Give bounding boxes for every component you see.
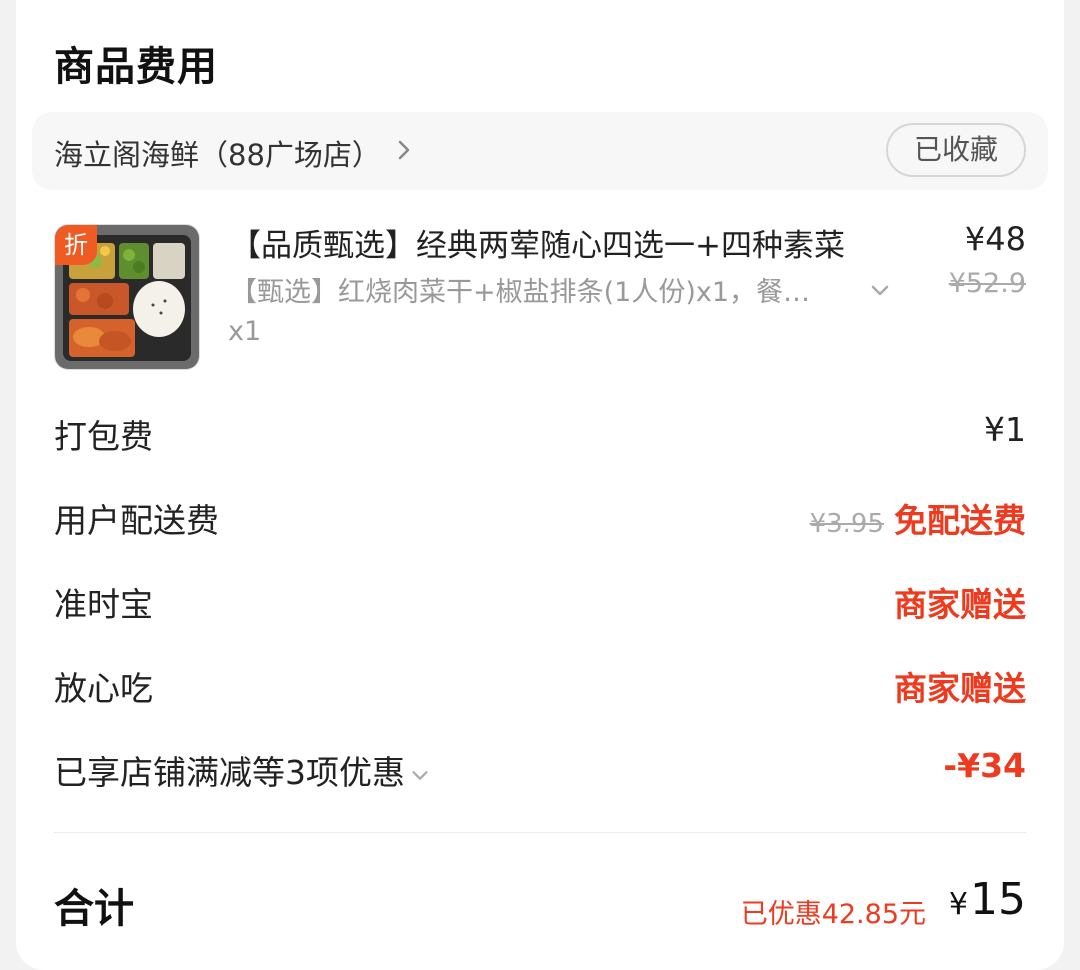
- chevron-down-icon[interactable]: [409, 764, 431, 786]
- delivery-fee-value: ¥3.95 免配送费: [810, 494, 1026, 542]
- packing-fee-row: 打包费 ¥1: [54, 404, 1026, 464]
- total-currency: ¥: [948, 887, 968, 922]
- ontime-row: 准时宝 商家赠送: [54, 572, 1026, 632]
- discounts-value: -¥34: [943, 746, 1026, 785]
- fee-card: 商品费用 海立阁海鲜（88广场店） 已收藏 折 【品质甄选】经典两荤随心四选一+…: [16, 0, 1064, 970]
- chevron-down-icon[interactable]: [868, 278, 892, 302]
- delivery-fee-original: ¥3.95: [809, 509, 884, 539]
- delivery-fee-label: 用户配送费: [54, 501, 219, 540]
- item-name[interactable]: 【品质甄选】经典两荤随心四选一+四种素菜: [230, 220, 930, 265]
- item-quantity: x1: [228, 316, 262, 347]
- item-detail[interactable]: 【甄选】红烧肉菜干+椒盐排条(1人份)x1，餐…: [230, 270, 858, 309]
- ontime-label: 准时宝: [54, 585, 153, 624]
- chevron-right-icon[interactable]: [392, 138, 416, 162]
- safe-eat-label: 放心吃: [54, 669, 153, 708]
- packing-fee-value: ¥1: [984, 410, 1026, 449]
- safe-eat-value: 商家赠送: [894, 669, 1026, 708]
- delivery-fee-row: 用户配送费 ¥3.95 免配送费: [54, 488, 1026, 548]
- total-label: 合计: [54, 886, 134, 932]
- delivery-fee-free: 免配送费: [894, 501, 1026, 540]
- total-saved: 已优惠42.85元: [740, 899, 926, 930]
- ontime-value: 商家赠送: [894, 585, 1026, 624]
- favorite-button[interactable]: 已收藏: [886, 123, 1026, 177]
- total-amount-value: 15: [970, 874, 1026, 925]
- store-name[interactable]: 海立阁海鲜（88广场店）: [54, 132, 381, 174]
- discounts-label-text[interactable]: 已享店铺满减等3项优惠: [54, 753, 405, 792]
- item-image[interactable]: 折: [54, 224, 200, 370]
- discount-tag: 折: [55, 225, 97, 265]
- discounts-label[interactable]: 已享店铺满减等3项优惠: [54, 746, 431, 794]
- discounts-row[interactable]: 已享店铺满减等3项优惠 -¥34: [54, 740, 1026, 800]
- section-title: 商品费用: [54, 44, 218, 90]
- store-bar[interactable]: 海立阁海鲜（88广场店） 已收藏: [32, 112, 1048, 190]
- item-price: ¥48: [964, 220, 1026, 258]
- packing-fee-label: 打包费: [54, 417, 153, 456]
- item-original-price: ¥52.9: [948, 268, 1026, 299]
- divider: [54, 832, 1026, 833]
- safe-eat-row: 放心吃 商家赠送: [54, 656, 1026, 716]
- total-amount: ¥15: [949, 874, 1026, 925]
